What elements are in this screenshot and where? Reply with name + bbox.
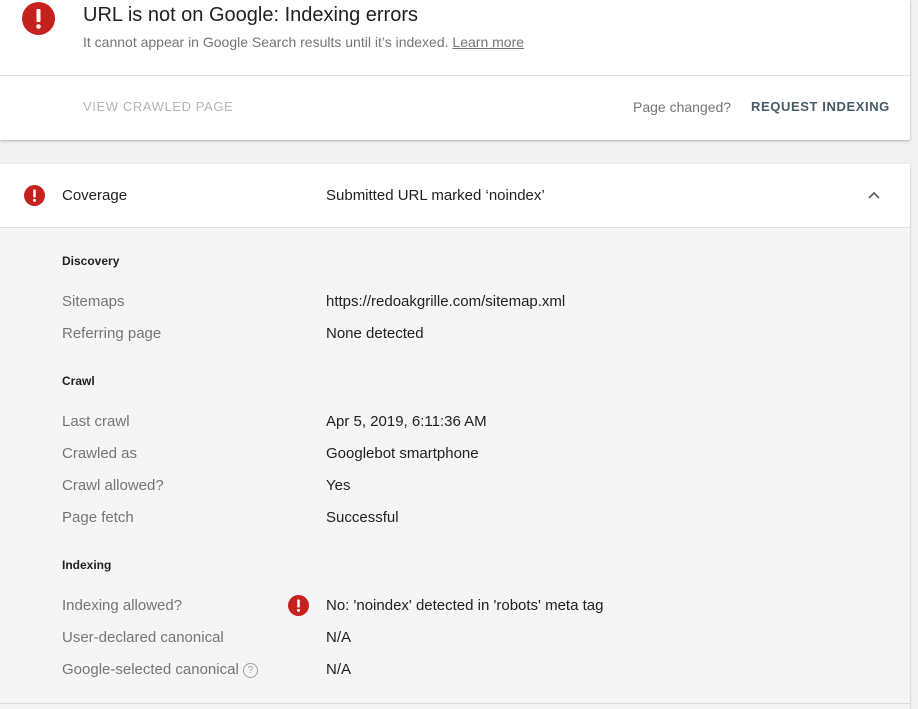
error-icon: [288, 595, 309, 616]
view-crawled-page-button[interactable]: VIEW CRAWLED PAGE: [83, 99, 233, 114]
url-status-card: URL is not on Google: Indexing errors It…: [0, 0, 910, 140]
row-label-crawled-as: Crawled as: [62, 445, 138, 462]
row-label-crawl-allowed: Crawl allowed?: [62, 477, 164, 494]
section-title-discovery: Discovery: [62, 254, 120, 268]
row-value-page-fetch: Successful: [326, 509, 399, 526]
coverage-panel: Coverage Submitted URL marked ‘noindex’ …: [0, 164, 910, 709]
row-label-page-fetch: Page fetch: [62, 509, 134, 526]
page-changed-label: Page changed?: [633, 99, 732, 115]
row-value-crawl-allowed: Yes: [326, 477, 351, 494]
row-label-indexing-allowed: Indexing allowed?: [62, 597, 183, 614]
coverage-value: Submitted URL marked ‘noindex’: [326, 187, 545, 204]
row-value-last-crawl: Apr 5, 2019, 6:11:36 AM: [326, 413, 487, 430]
divider: [0, 703, 910, 704]
row-label-last-crawl: Last crawl: [62, 413, 130, 430]
row-label-referring-page: Referring page: [62, 325, 162, 342]
row-value-indexing-allowed: No: 'noindex' detected in 'robots' meta …: [326, 597, 604, 614]
error-icon: [22, 2, 55, 35]
row-label-sitemaps: Sitemaps: [62, 293, 125, 310]
request-indexing-button[interactable]: REQUEST INDEXING: [751, 99, 890, 114]
coverage-header[interactable]: Coverage Submitted URL marked ‘noindex’: [0, 164, 910, 228]
section-title-indexing: Indexing: [62, 558, 112, 572]
row-value-crawled-as: Googlebot smartphone: [326, 445, 479, 462]
divider: [0, 75, 910, 76]
error-icon: [24, 185, 45, 206]
chevron-up-icon[interactable]: [865, 188, 883, 202]
status-subtitle-text: It cannot appear in Google Search result…: [83, 34, 449, 50]
row-value-sitemaps: https://redoakgrille.com/sitemap.xml: [326, 293, 566, 310]
row-value-google-selected-canonical: N/A: [326, 661, 352, 678]
help-icon[interactable]: ?: [242, 663, 258, 678]
status-title: URL is not on Google: Indexing errors: [83, 4, 418, 26]
learn-more-link[interactable]: Learn more: [452, 34, 524, 50]
coverage-label: Coverage: [62, 187, 128, 204]
row-google-selected-canonical: Google-selected canonical?: [62, 661, 258, 678]
section-title-crawl: Crawl: [62, 374, 95, 388]
row-value-referring-page: None detected: [326, 325, 424, 342]
row-label-user-declared-canonical: User-declared canonical: [62, 629, 224, 646]
status-subtitle: It cannot appear in Google Search result…: [83, 34, 524, 50]
row-value-user-declared-canonical: N/A: [326, 629, 352, 646]
row-label-google-selected-canonical: Google-selected canonical: [62, 661, 239, 678]
